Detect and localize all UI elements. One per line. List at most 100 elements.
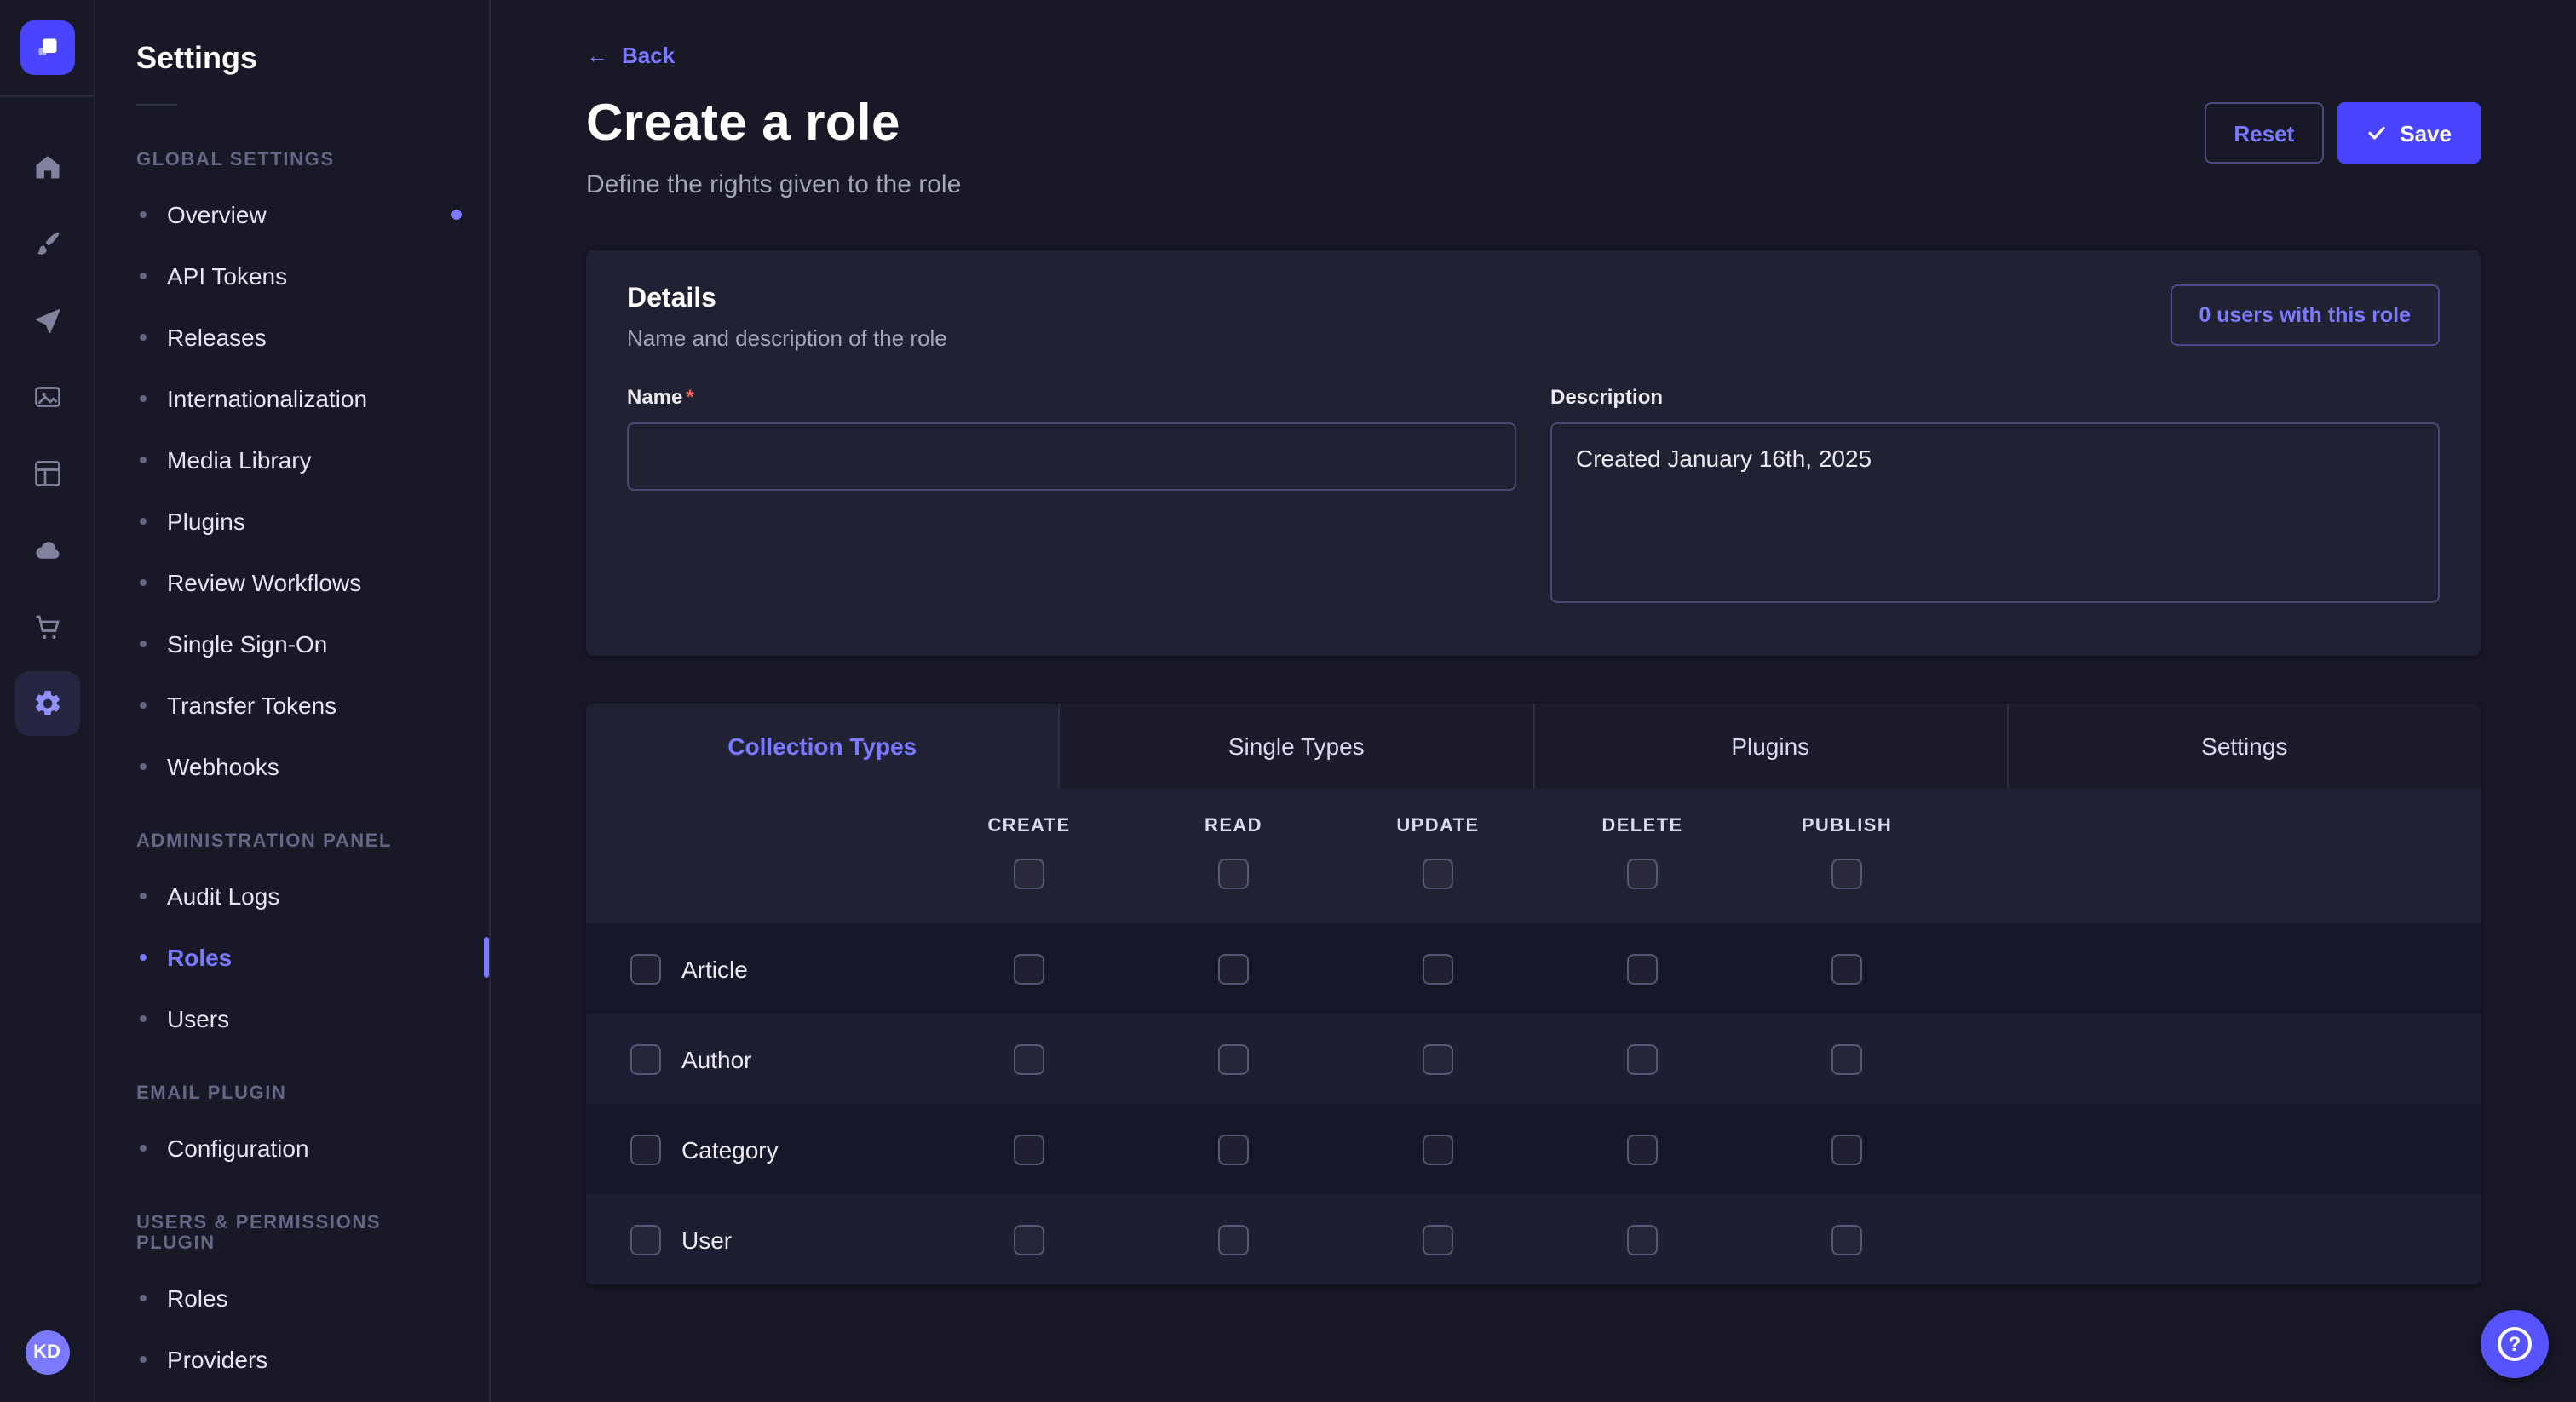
bullet-icon xyxy=(140,579,147,586)
strapi-admin-app: KD Settings GLOBAL SETTINGS Overview API… xyxy=(0,0,2576,1402)
back-link[interactable]: ← Back xyxy=(586,43,675,68)
tab-single-types[interactable]: Single Types xyxy=(1059,704,1533,789)
sidebar-item-releases[interactable]: Releases xyxy=(95,307,489,368)
notification-dot xyxy=(451,210,462,220)
sidebar-item-up-providers[interactable]: Providers xyxy=(95,1329,489,1390)
category-update-checkbox[interactable] xyxy=(1423,1134,1453,1164)
column-header-delete: DELETE xyxy=(1601,816,1682,836)
question-mark-icon: ? xyxy=(2498,1327,2532,1361)
logo-container xyxy=(0,0,94,97)
article-create-checkbox[interactable] xyxy=(1014,953,1044,984)
sidebar-item-internationalization[interactable]: Internationalization xyxy=(95,368,489,429)
bullet-icon xyxy=(140,457,147,463)
article-read-checkbox[interactable] xyxy=(1218,953,1249,984)
bullet-icon xyxy=(140,211,147,218)
category-create-checkbox[interactable] xyxy=(1014,1134,1044,1164)
sidebar-item-webhooks[interactable]: Webhooks xyxy=(95,736,489,797)
column-header-read: READ xyxy=(1205,816,1262,836)
check-icon xyxy=(2366,123,2386,143)
header-spacer xyxy=(1949,816,2481,889)
author-publish-checkbox[interactable] xyxy=(1831,1043,1862,1074)
description-textarea[interactable]: Created January 16th, 2025 xyxy=(1550,422,2440,603)
permission-row-user: User xyxy=(586,1194,2481,1284)
tab-settings[interactable]: Settings xyxy=(2007,704,2481,789)
sidebar-item-plugins[interactable]: Plugins xyxy=(95,491,489,552)
category-publish-checkbox[interactable] xyxy=(1831,1134,1862,1164)
user-read-checkbox[interactable] xyxy=(1218,1224,1249,1255)
select-all-publish-checkbox[interactable] xyxy=(1831,859,1862,889)
sidebar-item-single-sign-on[interactable]: Single Sign-On xyxy=(95,613,489,675)
section-label-users-permissions-plugin: USERS & PERMISSIONS PLUGIN xyxy=(95,1179,489,1267)
main-nav-rail: KD xyxy=(0,0,95,1402)
save-button[interactable]: Save xyxy=(2337,102,2481,164)
sidebar-item-media-library[interactable]: Media Library xyxy=(95,429,489,491)
bullet-icon xyxy=(140,395,147,402)
content-type-label: Article xyxy=(681,955,748,982)
column-header-publish: PUBLISH xyxy=(1802,816,1892,836)
author-select-all-checkbox[interactable] xyxy=(630,1043,661,1074)
author-read-checkbox[interactable] xyxy=(1218,1043,1249,1074)
select-all-delete-checkbox[interactable] xyxy=(1627,859,1658,889)
media-library-icon[interactable] xyxy=(14,365,79,429)
avatar[interactable]: KD xyxy=(25,1330,69,1375)
permissions-table-header: CREATE READ UPDATE DELETE PUBLISH xyxy=(586,789,2481,923)
marketplace-icon[interactable] xyxy=(14,595,79,659)
sidebar-item-review-workflows[interactable]: Review Workflows xyxy=(95,552,489,613)
details-subtitle: Name and description of the role xyxy=(627,325,947,351)
main-content: ← Back Create a role Define the rights g… xyxy=(491,0,2576,1402)
article-update-checkbox[interactable] xyxy=(1423,953,1453,984)
sidebar-item-transfer-tokens[interactable]: Transfer Tokens xyxy=(95,675,489,736)
home-icon[interactable] xyxy=(14,135,79,199)
article-publish-checkbox[interactable] xyxy=(1831,953,1862,984)
user-update-checkbox[interactable] xyxy=(1423,1224,1453,1255)
category-read-checkbox[interactable] xyxy=(1218,1134,1249,1164)
category-delete-checkbox[interactable] xyxy=(1627,1134,1658,1164)
reset-button[interactable]: Reset xyxy=(2205,102,2323,164)
author-create-checkbox[interactable] xyxy=(1014,1043,1044,1074)
tab-collection-types[interactable]: Collection Types xyxy=(586,704,1059,789)
sidebar-item-audit-logs[interactable]: Audit Logs xyxy=(95,865,489,927)
subnav-scroll-area[interactable]: GLOBAL SETTINGS Overview API Tokens Rele… xyxy=(95,106,489,1390)
sidebar-item-configuration[interactable]: Configuration xyxy=(95,1118,489,1179)
sidebar-item-up-roles[interactable]: Roles xyxy=(95,1267,489,1329)
content-type-label: Author xyxy=(681,1045,752,1072)
user-create-checkbox[interactable] xyxy=(1014,1224,1044,1255)
sidebar-item-api-tokens[interactable]: API Tokens xyxy=(95,245,489,307)
user-delete-checkbox[interactable] xyxy=(1627,1224,1658,1255)
rail-icon-menu xyxy=(14,135,79,736)
column-header-create: CREATE xyxy=(987,816,1070,836)
select-all-read-checkbox[interactable] xyxy=(1218,859,1249,889)
permission-row-author: Author xyxy=(586,1014,2481,1104)
permission-row-article: Article xyxy=(586,923,2481,1014)
help-button[interactable]: ? xyxy=(2481,1310,2549,1378)
category-select-all-checkbox[interactable] xyxy=(630,1134,661,1164)
tab-plugins[interactable]: Plugins xyxy=(1532,704,2007,789)
cloud-icon[interactable] xyxy=(14,518,79,583)
bullet-icon xyxy=(140,1356,147,1363)
user-publish-checkbox[interactable] xyxy=(1831,1224,1862,1255)
strapi-logo[interactable] xyxy=(20,20,74,75)
permission-row-category: Category xyxy=(586,1104,2481,1194)
users-with-role-button[interactable]: 0 users with this role xyxy=(2170,284,2440,346)
page-subtitle: Define the rights given to the role xyxy=(586,170,961,199)
sidebar-item-overview[interactable]: Overview xyxy=(95,184,489,245)
content-manager-icon[interactable] xyxy=(14,441,79,506)
settings-subnav: Settings GLOBAL SETTINGS Overview API To… xyxy=(95,0,491,1402)
article-select-all-checkbox[interactable] xyxy=(630,953,661,984)
author-delete-checkbox[interactable] xyxy=(1627,1043,1658,1074)
author-update-checkbox[interactable] xyxy=(1423,1043,1453,1074)
bullet-icon xyxy=(140,273,147,279)
sidebar-item-users[interactable]: Users xyxy=(95,988,489,1049)
select-all-update-checkbox[interactable] xyxy=(1423,859,1453,889)
name-field-group: Name* xyxy=(627,385,1516,612)
user-select-all-checkbox[interactable] xyxy=(630,1224,661,1255)
content-type-builder-icon[interactable] xyxy=(14,211,79,276)
article-delete-checkbox[interactable] xyxy=(1627,953,1658,984)
select-all-create-checkbox[interactable] xyxy=(1014,859,1044,889)
settings-icon[interactable] xyxy=(14,671,79,736)
content-type-label: User xyxy=(681,1226,732,1253)
sidebar-item-roles[interactable]: Roles xyxy=(95,927,489,988)
name-input[interactable] xyxy=(627,422,1516,491)
releases-icon[interactable] xyxy=(14,288,79,353)
bullet-icon xyxy=(140,518,147,525)
